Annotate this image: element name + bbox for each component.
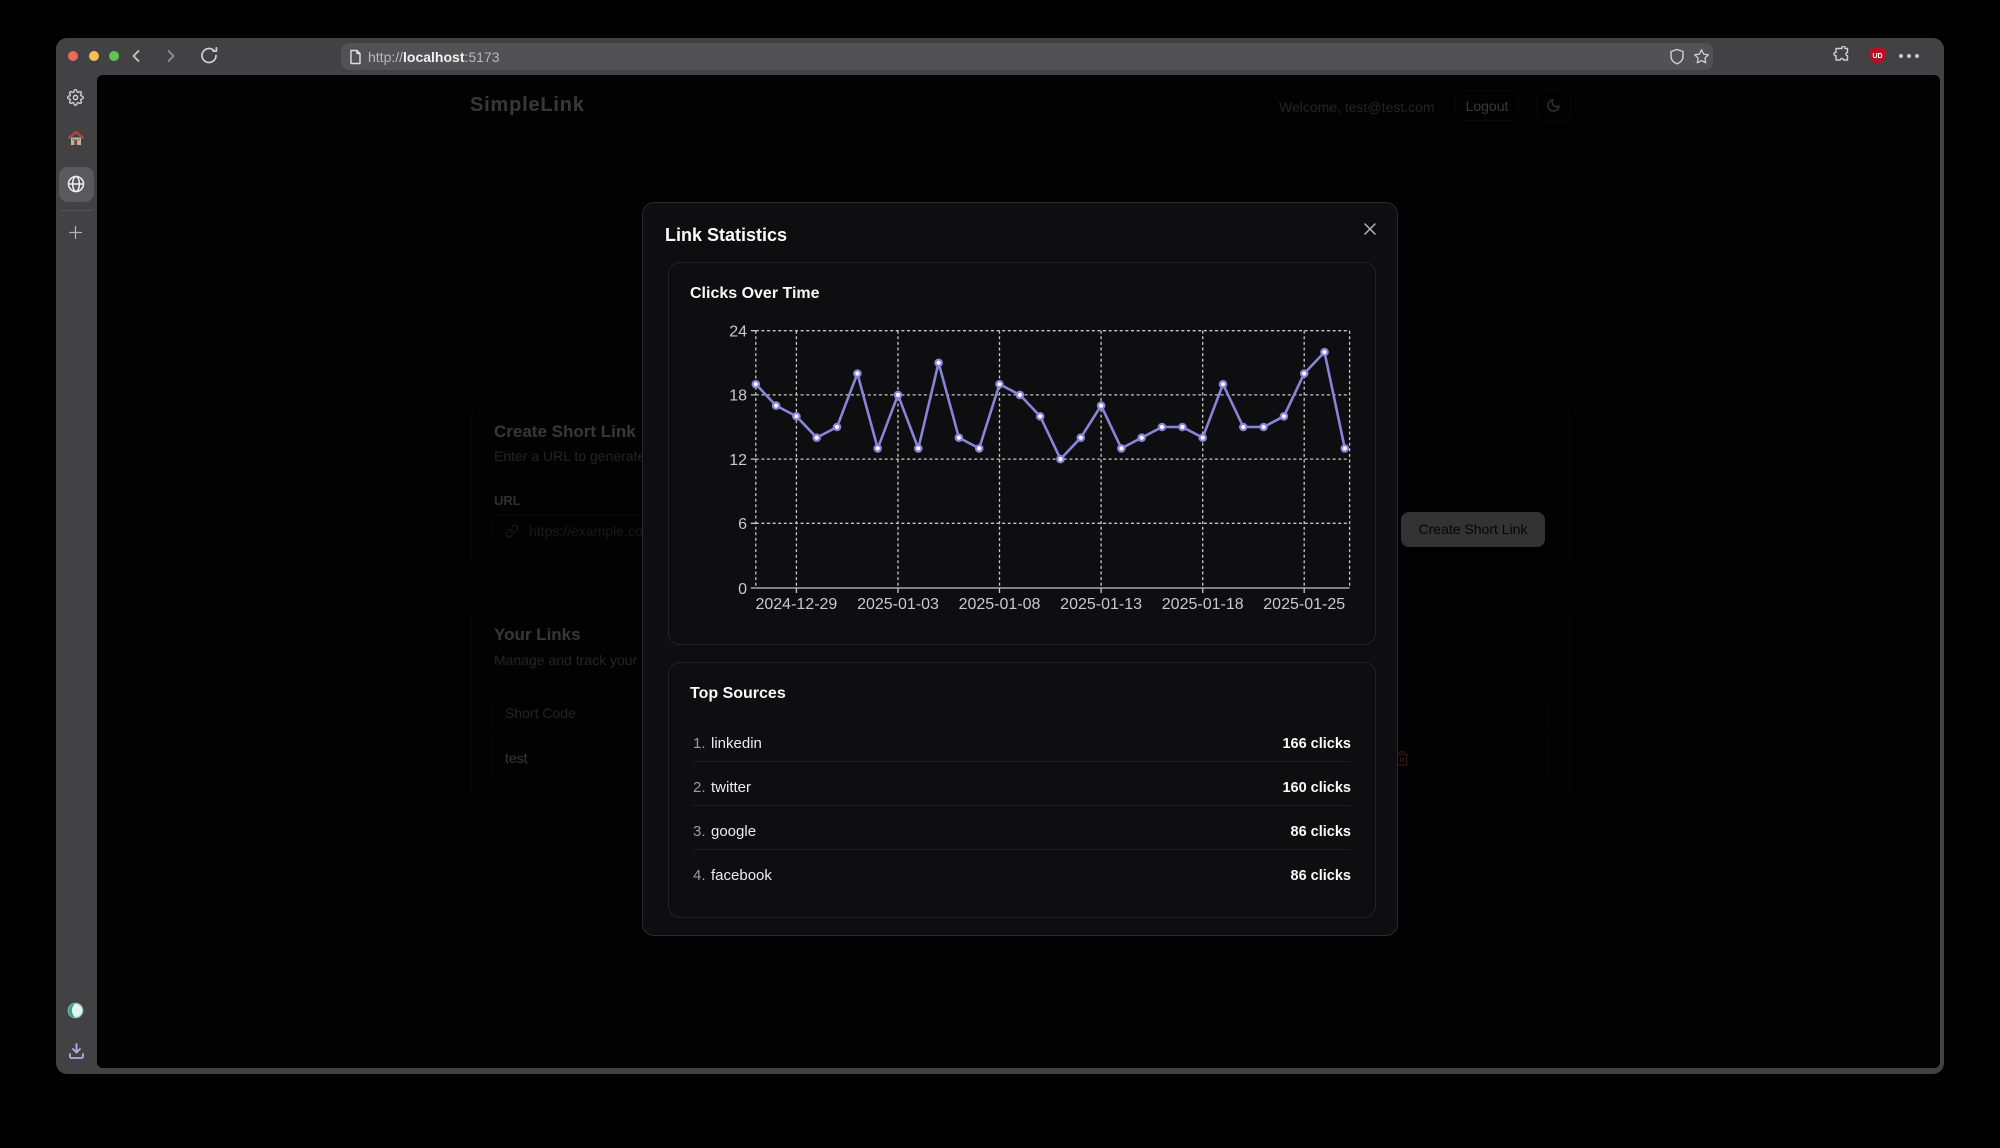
svg-text:2025-01-18: 2025-01-18	[1162, 596, 1244, 613]
svg-text:UD: UD	[1872, 53, 1882, 60]
svg-text:2025-01-03: 2025-01-03	[857, 596, 939, 613]
svg-text:2025-01-13: 2025-01-13	[1060, 596, 1142, 613]
svg-text:6: 6	[738, 516, 747, 533]
svg-text:2025-01-08: 2025-01-08	[959, 596, 1041, 613]
svg-text:12: 12	[729, 452, 747, 469]
svg-text:2025-01-25: 2025-01-25	[1263, 596, 1345, 613]
svg-text:24: 24	[729, 324, 747, 341]
svg-text:18: 18	[729, 388, 747, 405]
svg-text:2024-12-29: 2024-12-29	[755, 596, 837, 613]
svg-text:0: 0	[738, 581, 747, 598]
